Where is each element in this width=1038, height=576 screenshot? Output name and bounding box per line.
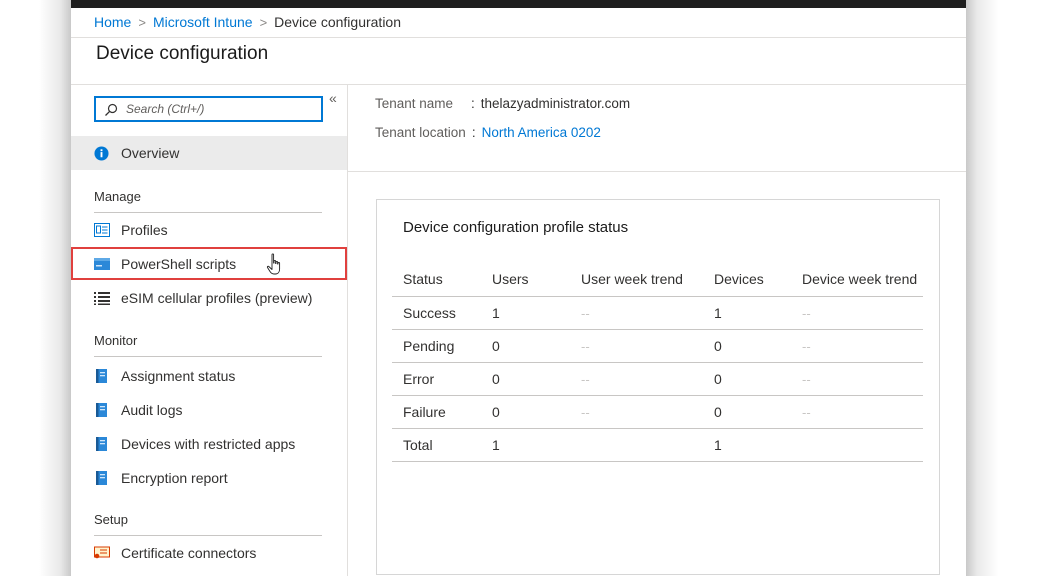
section-header-monitor: Monitor: [94, 333, 138, 348]
table-row[interactable]: Total 1 1: [392, 428, 923, 462]
collapse-icon[interactable]: «: [329, 90, 337, 106]
sidebar-item-powershell-scripts[interactable]: PowerShell scripts: [71, 247, 347, 281]
breadcrumb-current: Device configuration: [274, 14, 402, 30]
users-cell: 0: [481, 395, 570, 429]
device-week-trend-cell: --: [791, 395, 923, 429]
sidebar-item-assignment-status[interactable]: Assignment status: [71, 359, 347, 393]
sidebar-item-profiles[interactable]: Profiles: [71, 213, 347, 247]
column-header: Devices: [703, 262, 791, 297]
column-header: User week trend: [570, 262, 703, 297]
colon: :: [471, 125, 476, 140]
right-backdrop: [966, 0, 1038, 576]
users-cell: 0: [481, 329, 570, 363]
status-cell: Error: [392, 362, 481, 396]
sidebar-item-label: Encryption report: [121, 470, 228, 486]
search-box[interactable]: [94, 96, 323, 122]
breadcrumb-microsoft-intune[interactable]: Microsoft Intune: [153, 14, 253, 30]
users-cell: 0: [481, 362, 570, 396]
device-week-trend-cell: --: [791, 329, 923, 363]
user-week-trend-cell: --: [570, 395, 703, 429]
report-icon: [96, 403, 107, 417]
search-icon: [105, 103, 118, 116]
tenant-name-value: thelazyadministrator.com: [480, 96, 631, 111]
section-header-manage: Manage: [94, 189, 141, 204]
report-icon: [96, 471, 107, 485]
users-cell: 1: [481, 428, 570, 462]
portal-window: Home > Microsoft Intune > Device configurati…: [71, 0, 966, 576]
sidebar-item-label: Assignment status: [121, 368, 236, 384]
left-backdrop: [0, 0, 71, 576]
column-header: Status: [392, 262, 481, 297]
status-cell: Pending: [392, 329, 481, 363]
column-header: Device week trend: [791, 262, 923, 297]
section-divider: [94, 356, 322, 357]
tenant-location-link[interactable]: North America 0202: [482, 125, 601, 140]
users-cell: 1: [481, 296, 570, 330]
status-cell: Total: [392, 428, 481, 462]
user-week-trend-cell: --: [570, 362, 703, 396]
sidebar-item-devices-with-restricted-apps[interactable]: Devices with restricted apps: [71, 427, 347, 461]
info-icon: [94, 146, 109, 161]
table-header-row: Status Users User week trend Devices Dev…: [392, 262, 923, 297]
breadcrumb-home[interactable]: Home: [94, 14, 131, 30]
user-week-trend-cell: [570, 428, 703, 462]
breadcrumb-divider: [71, 37, 966, 38]
section-header-setup: Setup: [94, 512, 128, 527]
tenant-name-label: Tenant name: [375, 96, 454, 111]
tenant-name-row: Tenant name: thelazyadministrator.com: [375, 96, 630, 111]
table-row[interactable]: Pending 0 -- 0 --: [392, 329, 923, 363]
list-icon: [94, 292, 110, 305]
sidebar: « Overview Manage Profiles: [71, 85, 348, 576]
colon: :: [471, 96, 475, 111]
status-cell: Success: [392, 296, 481, 330]
table-row[interactable]: Success 1 -- 1 --: [392, 296, 923, 330]
devices-cell: 0: [703, 362, 791, 396]
profiles-icon: [94, 223, 110, 237]
chevron-right-icon: >: [259, 15, 268, 30]
top-bar: [71, 0, 966, 8]
sidebar-item-certificate-connectors[interactable]: Certificate connectors: [71, 536, 347, 570]
report-icon: [96, 437, 107, 451]
sidebar-item-label: Profiles: [121, 222, 168, 238]
page-title: Device configuration: [96, 43, 269, 64]
report-icon: [96, 369, 107, 383]
essentials-panel: Tenant name: thelazyadministrator.com Ten…: [348, 85, 966, 172]
devices-cell: 0: [703, 329, 791, 363]
device-week-trend-cell: --: [791, 296, 923, 330]
powershell-icon: [94, 258, 110, 270]
profile-status-card: Device configuration profile status Stat…: [376, 199, 940, 575]
tenant-location-label: Tenant location: [375, 125, 466, 140]
sidebar-item-label: Devices with restricted apps: [121, 436, 296, 452]
device-week-trend-cell: [791, 428, 923, 462]
sidebar-item-esim-cellular-profiles[interactable]: eSIM cellular profiles (preview): [71, 281, 347, 315]
devices-cell: 1: [703, 296, 791, 330]
devices-cell: 1: [703, 428, 791, 462]
sidebar-item-label: PowerShell scripts: [121, 256, 237, 272]
sidebar-item-overview[interactable]: Overview: [71, 136, 347, 170]
device-week-trend-cell: --: [791, 362, 923, 396]
sidebar-item-label: Certificate connectors: [121, 545, 257, 561]
hand-pointer-icon: [266, 253, 281, 275]
chevron-right-icon: >: [138, 15, 146, 30]
sidebar-item-label: Overview: [121, 145, 180, 161]
main-content: Tenant name: thelazyadministrator.com Ten…: [348, 85, 966, 576]
column-header: Users: [481, 262, 570, 297]
breadcrumb: Home > Microsoft Intune > Device configurati…: [94, 14, 401, 30]
devices-cell: 0: [703, 395, 791, 429]
tenant-location-row: Tenant location: North America 0202: [375, 125, 601, 140]
profile-status-table: Status Users User week trend Devices Dev…: [392, 262, 923, 462]
card-title: Device configuration profile status: [403, 219, 629, 236]
table-row[interactable]: Error 0 -- 0 --: [392, 362, 923, 396]
sidebar-item-encryption-report[interactable]: Encryption report: [71, 461, 347, 495]
sidebar-item-label: eSIM cellular profiles (preview): [121, 290, 313, 306]
user-week-trend-cell: --: [570, 296, 703, 330]
search-input[interactable]: [126, 99, 316, 119]
status-cell: Failure: [392, 395, 481, 429]
certificate-icon: [94, 546, 110, 559]
sidebar-item-label: Audit logs: [121, 402, 183, 418]
sidebar-item-audit-logs[interactable]: Audit logs: [71, 393, 347, 427]
user-week-trend-cell: --: [570, 329, 703, 363]
table-row[interactable]: Failure 0 -- 0 --: [392, 395, 923, 429]
